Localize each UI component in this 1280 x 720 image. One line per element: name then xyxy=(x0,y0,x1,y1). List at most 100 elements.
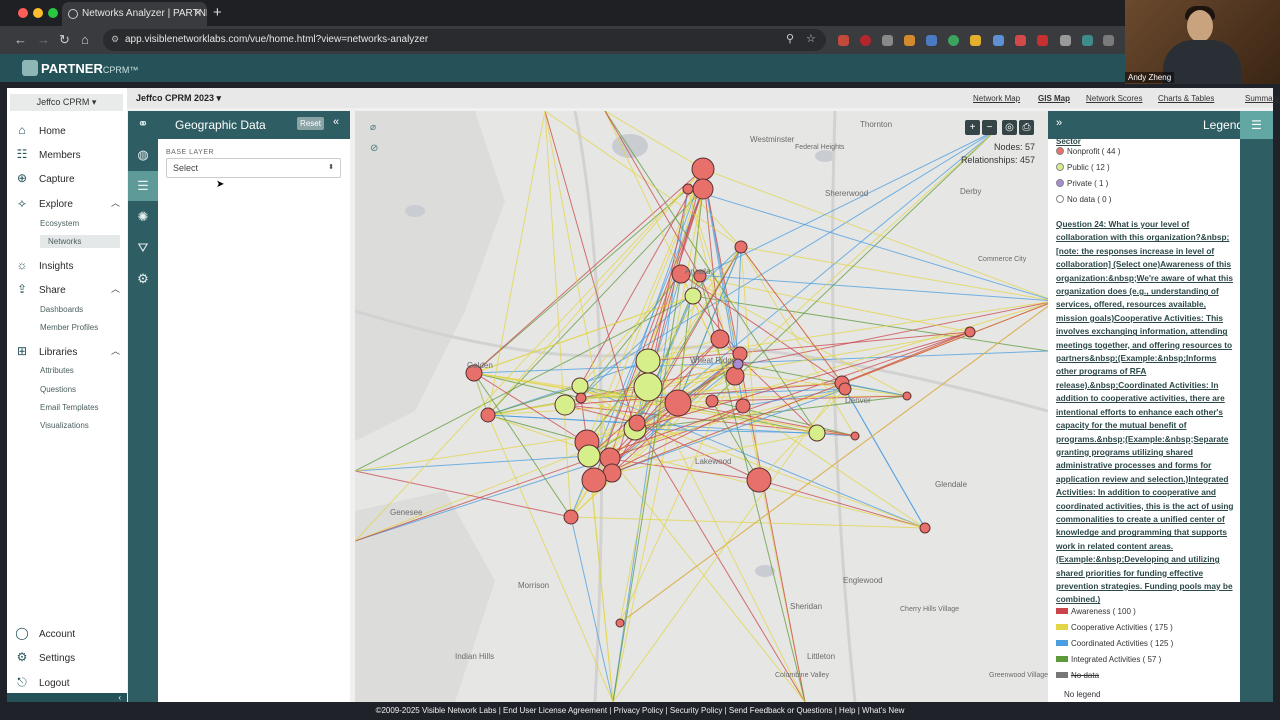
bookmark-star-icon[interactable]: ☆ xyxy=(806,32,816,45)
network-node[interactable] xyxy=(577,444,601,468)
close-tab-icon[interactable]: × xyxy=(195,7,201,19)
legend-sector-item[interactable]: Private ( 1 ) xyxy=(1056,179,1108,188)
network-tool-icon[interactable]: ⚭ xyxy=(135,116,151,132)
network-node[interactable] xyxy=(480,407,496,423)
sidebar-item-email-templates[interactable]: Email Templates xyxy=(40,403,99,412)
extension-icon[interactable] xyxy=(1015,35,1026,46)
extension-icon[interactable] xyxy=(970,35,981,46)
network-node[interactable] xyxy=(964,326,976,338)
network-node[interactable] xyxy=(571,377,589,395)
sidebar-item-member-profiles[interactable]: Member Profiles xyxy=(40,323,98,332)
extension-icon[interactable] xyxy=(1082,35,1093,46)
gis-map[interactable]: Thornton Westminster Federal Heights Sherer… xyxy=(355,111,1048,702)
extensions-puzzle-icon[interactable] xyxy=(1103,35,1114,46)
tab-summary[interactable]: Summary xyxy=(1245,94,1279,103)
network-node[interactable] xyxy=(581,467,607,493)
network-node[interactable] xyxy=(735,398,751,414)
legend-sector-label[interactable]: Sector xyxy=(1056,137,1081,146)
network-node[interactable] xyxy=(705,394,719,408)
tab-network-map[interactable]: Network Map xyxy=(973,94,1020,103)
network-node[interactable] xyxy=(633,372,663,402)
zoom-out-button[interactable]: − xyxy=(982,120,997,135)
zoom-in-button[interactable]: + xyxy=(965,120,980,135)
globe-tool-icon[interactable]: ◍ xyxy=(135,147,151,163)
filter-tool-icon[interactable]: ⛛ xyxy=(135,240,151,256)
network-node[interactable] xyxy=(628,414,646,432)
workspace-selector[interactable]: Jeffco CPRM ▾ xyxy=(10,94,123,111)
extension-icon[interactable] xyxy=(1037,35,1048,46)
extension-icon[interactable] xyxy=(1060,35,1071,46)
legend-sector-item[interactable]: Nonprofit ( 44 ) xyxy=(1056,147,1120,156)
sidebar-item-capture[interactable]: ⊕ Capture xyxy=(15,171,75,185)
double-chevron-left-icon[interactable]: « xyxy=(333,116,339,128)
network-node[interactable] xyxy=(554,394,576,416)
network-node[interactable] xyxy=(684,287,702,305)
legend-link-item[interactable]: Integrated Activities ( 57 ) xyxy=(1056,655,1161,664)
save-image-icon[interactable]: ⎙ xyxy=(1019,120,1034,135)
url-field[interactable]: ⚙ app.visiblenetworklabs.com/vue/home.ht… xyxy=(103,29,826,51)
legend-question-text[interactable]: Question 24: What is your level of colla… xyxy=(1056,218,1234,607)
network-node[interactable] xyxy=(734,240,748,254)
sidebar-item-visualizations[interactable]: Visualizations xyxy=(40,421,89,430)
network-node[interactable] xyxy=(563,509,579,525)
sidebar-item-explore[interactable]: ⟡ Explore ︿ xyxy=(15,196,125,211)
network-node[interactable] xyxy=(725,366,745,386)
network-node[interactable] xyxy=(615,618,625,628)
legend-link-item[interactable]: No data xyxy=(1056,671,1099,680)
sidebar-item-account[interactable]: ◯ Account xyxy=(15,626,75,640)
sidebar-item-home[interactable]: ⌂ Home xyxy=(15,123,65,137)
sidebar-item-networks[interactable]: Networks xyxy=(40,235,120,248)
sidebar-item-logout[interactable]: ⎋ Logout xyxy=(15,675,69,690)
sidebar-item-ecosystem[interactable]: Ecosystem xyxy=(40,219,79,228)
extension-icon[interactable] xyxy=(838,35,849,46)
network-node[interactable] xyxy=(635,348,661,374)
site-info-icon[interactable]: ⚙ xyxy=(111,34,119,45)
back-icon[interactable]: ← xyxy=(14,32,27,47)
sidebar-item-settings[interactable]: ⚙ Settings xyxy=(15,650,76,664)
sun-tool-icon[interactable]: ✺ xyxy=(135,209,151,225)
layers-list-icon[interactable]: ☰ xyxy=(128,171,158,201)
minimize-window-icon[interactable] xyxy=(33,8,43,18)
base-layer-select[interactable]: Select ⬍ xyxy=(166,158,341,178)
extension-icon[interactable] xyxy=(993,35,1004,46)
extension-icon[interactable] xyxy=(948,35,959,46)
tab-gis-map[interactable]: GIS Map xyxy=(1038,94,1070,103)
tab-network-scores[interactable]: Network Scores xyxy=(1086,94,1142,103)
legend-link-item[interactable]: Awareness ( 100 ) xyxy=(1056,607,1136,616)
network-node[interactable] xyxy=(808,424,826,442)
extension-icon[interactable] xyxy=(882,35,893,46)
double-chevron-right-icon[interactable]: » xyxy=(1056,117,1062,129)
sidebar-item-attributes[interactable]: Attributes xyxy=(40,366,74,375)
partner-logo[interactable]: PARTNERCPRM™ xyxy=(22,60,138,76)
network-node[interactable] xyxy=(838,382,852,396)
recenter-icon[interactable]: ◎ xyxy=(1002,120,1017,135)
extension-icon[interactable] xyxy=(926,35,937,46)
network-node[interactable] xyxy=(746,467,772,493)
sidebar-item-share[interactable]: ⇪ Share ︿ xyxy=(15,282,125,296)
forward-icon[interactable]: → xyxy=(37,32,50,47)
network-node[interactable] xyxy=(919,522,931,534)
network-node[interactable] xyxy=(664,389,692,417)
extension-icon[interactable] xyxy=(860,35,871,46)
project-selector[interactable]: Jeffco CPRM 2023 ▾ xyxy=(136,93,221,104)
lasso-off-icon[interactable]: ⊘ xyxy=(370,143,378,154)
browser-tab[interactable]: Networks Analyzer | PARTNER × xyxy=(62,2,207,26)
home-icon[interactable]: ⌂ xyxy=(81,32,89,47)
legend-sector-item[interactable]: Public ( 12 ) xyxy=(1056,163,1110,172)
network-node[interactable] xyxy=(682,183,694,195)
sidebar-item-insights[interactable]: ☼ Insights xyxy=(15,258,74,272)
sidebar-item-libraries[interactable]: ⊞ Libraries ︿ xyxy=(15,344,125,358)
new-tab-icon[interactable]: + xyxy=(213,4,222,21)
sidebar-item-members[interactable]: ☷ Members xyxy=(15,147,81,161)
network-node[interactable] xyxy=(575,392,587,404)
network-node[interactable] xyxy=(691,157,715,181)
legend-link-item[interactable]: Coordinated Activities ( 125 ) xyxy=(1056,639,1173,648)
legend-list-icon[interactable]: ☰ xyxy=(1240,111,1273,139)
network-node[interactable] xyxy=(902,391,912,401)
legend-sector-item[interactable]: No data ( 0 ) xyxy=(1056,195,1111,204)
network-node[interactable] xyxy=(850,431,860,441)
reload-icon[interactable]: ↻ xyxy=(59,32,70,48)
sidebar-item-questions[interactable]: Questions xyxy=(40,385,76,394)
sidebar-item-dashboards[interactable]: Dashboards xyxy=(40,305,83,314)
maximize-window-icon[interactable] xyxy=(48,8,58,18)
